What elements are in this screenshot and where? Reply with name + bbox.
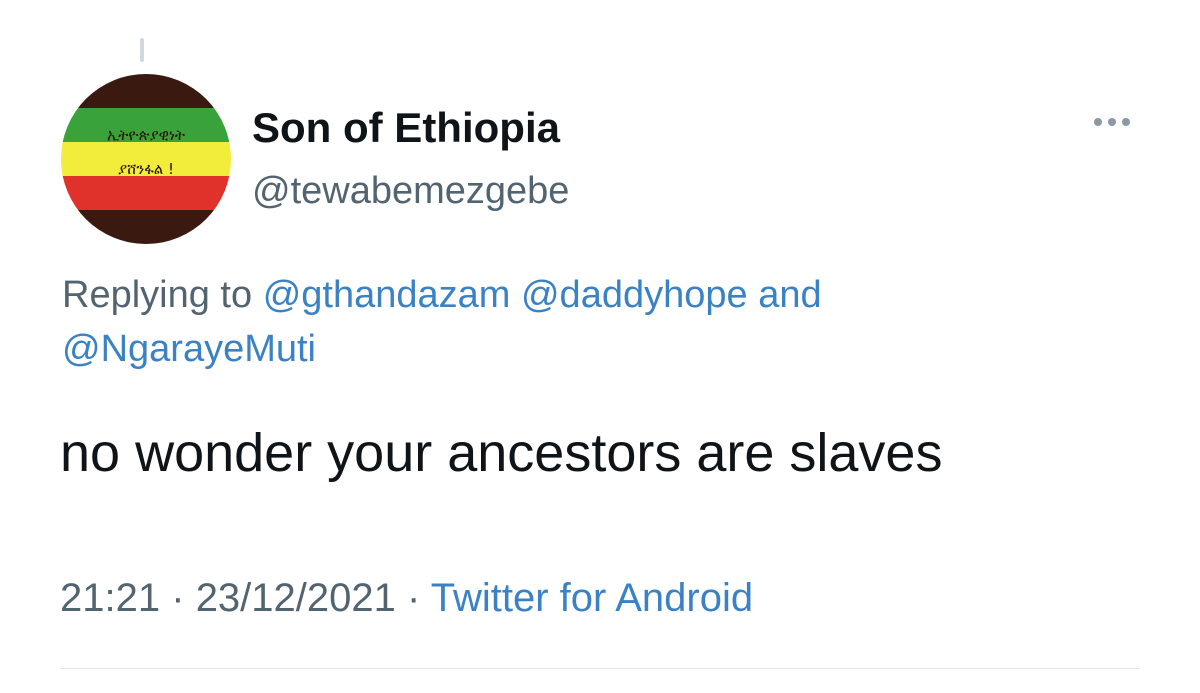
more-horizontal-icon (1094, 118, 1102, 126)
more-dot (1122, 118, 1130, 126)
author-display-name[interactable]: Son of Ethiopia (252, 104, 560, 152)
avatar-stripe-dark (61, 74, 231, 108)
avatar[interactable]: ኢትዮጵያዊነት ያሸንፋል ! (61, 74, 231, 244)
author-handle[interactable]: @tewabemezgebe (252, 170, 569, 213)
mention-conjunction[interactable]: and (758, 274, 821, 316)
mention-link[interactable]: @NgarayeMuti (62, 328, 316, 370)
meta-separator: · (407, 576, 421, 620)
tweet-text: no wonder your ancestors are slaves (60, 423, 943, 483)
mention-link[interactable]: @gthandazam (263, 274, 511, 316)
tweet-source-link[interactable]: Twitter for Android (431, 576, 753, 620)
replying-prefix: Replying to (62, 274, 253, 316)
tweet-meta: 21:21 · 23/12/2021 · Twitter for Android (60, 576, 753, 621)
tweet-date[interactable]: 23/12/2021 (196, 576, 396, 620)
more-options-button[interactable] (1094, 118, 1130, 126)
avatar-text-line2: ያሸንፋል ! (117, 160, 175, 178)
mention-link[interactable]: @daddyhope (521, 274, 748, 316)
avatar-stripe-red (61, 176, 231, 210)
reply-context: Replying to @gthandazam @daddyhope and @… (62, 268, 1142, 376)
meta-separator: · (171, 576, 185, 620)
tweet-time[interactable]: 21:21 (60, 576, 160, 620)
thread-connector-line (140, 38, 144, 62)
avatar-stripe-dark-bottom (61, 210, 231, 244)
more-dot (1108, 118, 1116, 126)
avatar-text-line1: ኢትዮጵያዊነት (106, 126, 186, 144)
divider (60, 668, 1140, 669)
